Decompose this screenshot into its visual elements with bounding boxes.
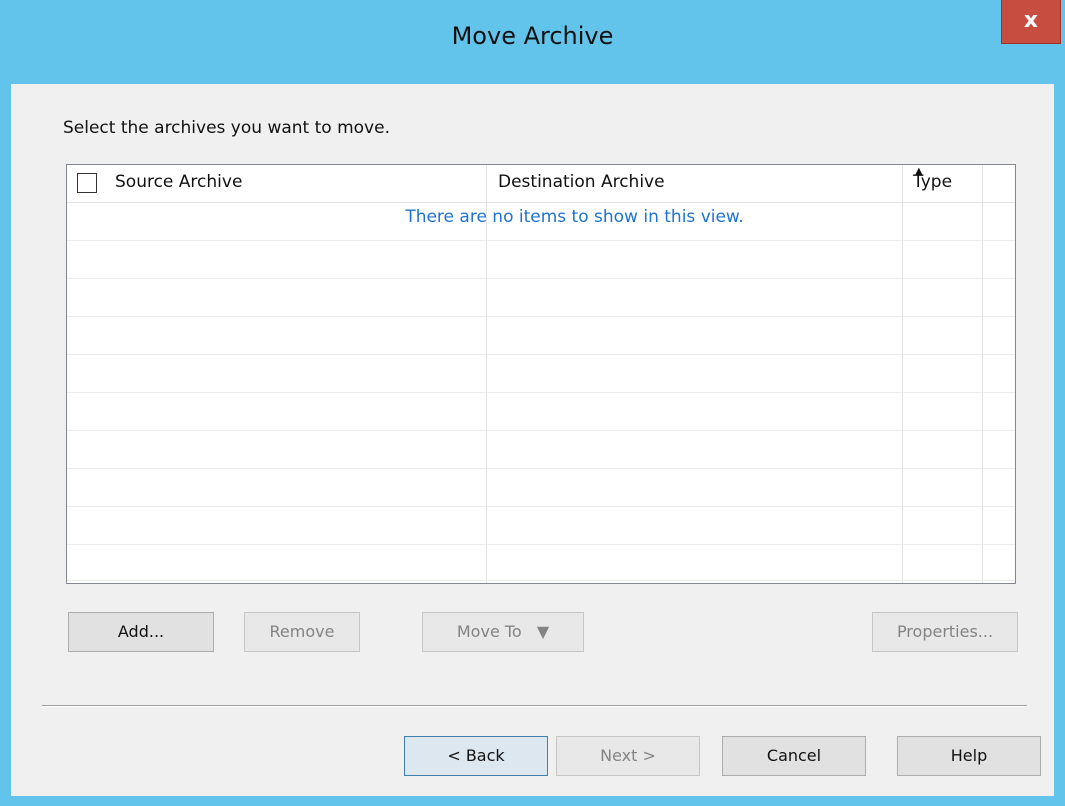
- archive-list-view[interactable]: Source Archive Destination Archive ▲ Typ…: [66, 164, 1016, 584]
- footer-separator-highlight: [42, 706, 1027, 707]
- grid-row-line: [67, 240, 1015, 241]
- window-title: Move Archive: [451, 22, 614, 50]
- move-to-label: Move To: [456, 622, 522, 641]
- dialog-client-area: Select the archives you want to move. So…: [11, 84, 1054, 796]
- select-all-checkbox[interactable]: [77, 173, 97, 193]
- cancel-button[interactable]: Cancel: [722, 736, 866, 776]
- close-button[interactable]: x: [1001, 0, 1061, 44]
- column-header-type[interactable]: Type: [913, 172, 952, 192]
- column-header-source-archive[interactable]: Source Archive: [115, 172, 242, 192]
- grid-row-line: [67, 316, 1015, 317]
- title-bar: Move Archive x: [0, 0, 1065, 84]
- grid-row-line: [67, 430, 1015, 431]
- column-header-destination-archive[interactable]: Destination Archive: [498, 172, 665, 192]
- grid-row-line: [67, 354, 1015, 355]
- remove-button[interactable]: Remove: [244, 612, 360, 652]
- back-button[interactable]: < Back: [404, 736, 548, 776]
- help-button[interactable]: Help: [897, 736, 1041, 776]
- next-button[interactable]: Next >: [556, 736, 700, 776]
- grid-row-line: [67, 392, 1015, 393]
- grid-row-line: [67, 506, 1015, 507]
- move-to-button[interactable]: Move To ▼: [422, 612, 584, 652]
- column-separator[interactable]: [982, 165, 983, 583]
- grid-row-line: [67, 468, 1015, 469]
- list-header: Source Archive Destination Archive ▲ Typ…: [67, 165, 1015, 203]
- grid-row-line: [67, 544, 1015, 545]
- grid-row-line: [67, 580, 1015, 581]
- grid-row-line: [67, 278, 1015, 279]
- column-separator[interactable]: [486, 165, 487, 583]
- instruction-label: Select the archives you want to move.: [63, 118, 390, 138]
- column-separator[interactable]: [902, 165, 903, 583]
- add-button[interactable]: Add...: [68, 612, 214, 652]
- chevron-down-icon: ▼: [536, 622, 550, 641]
- move-archive-window: Move Archive x Select the archives you w…: [0, 0, 1065, 806]
- properties-button[interactable]: Properties...: [872, 612, 1018, 652]
- empty-list-message: There are no items to show in this view.: [405, 207, 744, 227]
